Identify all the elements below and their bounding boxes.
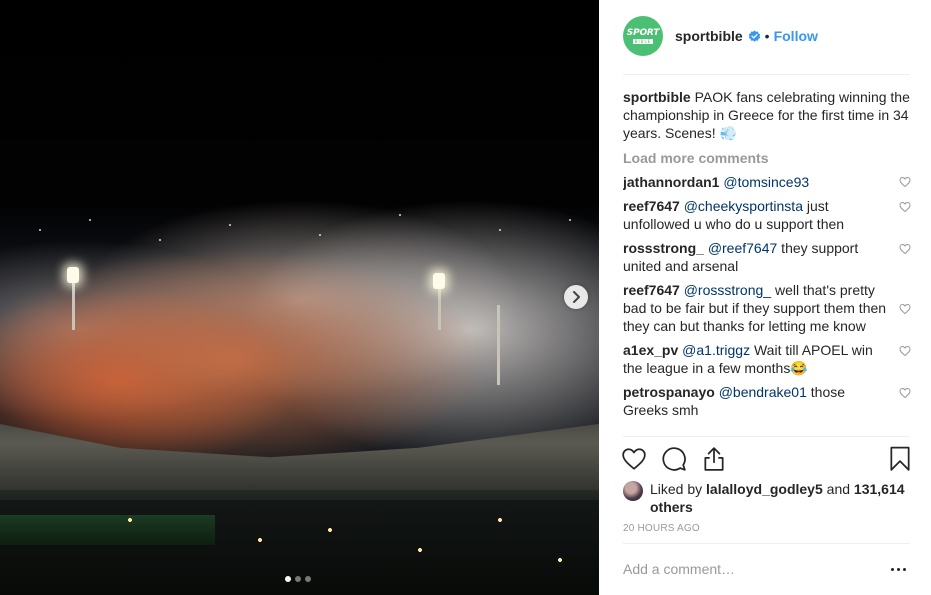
comment-mention[interactable]: @bendrake01 (719, 384, 807, 400)
floodlight-pole (497, 305, 500, 385)
carousel-next-button[interactable] (564, 285, 588, 309)
comment-username[interactable]: petrospanayo (623, 384, 715, 400)
comment-mention[interactable]: @a1.triggz (682, 342, 750, 358)
floodlight (67, 267, 79, 283)
likes-summary: Liked by lalalloyd_godley5 and 131,614 o… (623, 480, 913, 516)
like-comment-heart-icon[interactable] (899, 345, 911, 357)
stadium-stand (0, 424, 599, 500)
like-comment-heart-icon[interactable] (899, 176, 911, 188)
comment-mention[interactable]: @cheekysportinsta (684, 198, 803, 214)
more-dot (903, 567, 906, 571)
like-heart-icon[interactable] (621, 446, 647, 472)
comment-bubble-icon[interactable] (661, 446, 687, 472)
comment-mention[interactable]: @rossstrong_ (684, 282, 771, 298)
comment-username[interactable]: reef7647 (623, 282, 680, 298)
post-caption: sportbible PAOK fans celebrating winning… (623, 88, 913, 142)
comment-mention[interactable]: @reef7647 (708, 240, 777, 256)
like-comment-heart-icon[interactable] (899, 387, 911, 399)
carousel-dot (295, 576, 301, 582)
avatar-logo-subtext: BIBLE (632, 39, 654, 44)
comment-box-divider (623, 543, 910, 544)
city-lights (0, 200, 599, 280)
caption-username[interactable]: sportbible (623, 89, 691, 105)
share-upload-icon[interactable] (701, 446, 727, 472)
post-image[interactable] (0, 0, 599, 595)
save-bookmark-icon[interactable] (887, 446, 913, 472)
more-options-icon[interactable] (891, 566, 909, 572)
add-comment-input[interactable]: Add a comment… (623, 561, 735, 577)
comment-username[interactable]: rossstrong_ (623, 240, 704, 256)
load-more-comments-button[interactable]: Load more comments (623, 149, 913, 167)
comment-item: reef7647 @rossstrong_ well that's pretty… (623, 281, 913, 335)
liker-avatar[interactable] (623, 481, 643, 501)
more-dot (897, 567, 900, 571)
post-actions (621, 446, 913, 474)
floodlight-pole (438, 285, 441, 330)
comment-item: petrospanayo @bendrake01 those Greeks sm… (623, 383, 913, 419)
comment-username[interactable]: reef7647 (623, 198, 680, 214)
floodlight-pole (72, 280, 75, 330)
comment-username[interactable]: a1ex_pv (623, 342, 678, 358)
likes-prefix: Liked by (650, 481, 707, 497)
like-comment-heart-icon[interactable] (899, 243, 911, 255)
post-side-panel: SPORT BIBLE sportbible • Follow sportbib… (599, 0, 931, 595)
comment-item: reef7647 @cheekysportinsta just unfollow… (623, 197, 913, 233)
follow-button[interactable]: Follow (774, 28, 818, 44)
header-separator: • (764, 28, 770, 44)
header-divider (623, 74, 910, 75)
more-dot (891, 567, 894, 571)
carousel-indicator (285, 576, 311, 582)
actions-divider (623, 436, 910, 437)
liker-username[interactable]: lalalloyd_godley5 (706, 481, 823, 497)
like-comment-heart-icon[interactable] (899, 201, 911, 213)
comment-item: jathannordan1 @tomsince93 (623, 173, 913, 191)
post-timestamp[interactable]: 20 HOURS AGO (623, 523, 700, 534)
comment-username[interactable]: jathannordan1 (623, 174, 719, 190)
avatar[interactable]: SPORT BIBLE (623, 16, 663, 56)
likes-text: Liked by lalalloyd_godley5 and 131,614 o… (650, 480, 913, 516)
comment-item: a1ex_pv @a1.triggz Wait till APOEL win t… (623, 341, 913, 377)
carousel-dot (305, 576, 311, 582)
like-comment-heart-icon[interactable] (899, 303, 911, 315)
comment-mention[interactable]: @tomsince93 (723, 174, 809, 190)
verified-badge-icon (748, 29, 760, 42)
avatar-logo-text: SPORT (626, 28, 660, 38)
chevron-right-icon (573, 291, 580, 303)
carousel-dot (285, 576, 291, 582)
comment-item: rossstrong_ @reef7647 they support unite… (623, 239, 913, 275)
header-username[interactable]: sportbible (675, 28, 743, 44)
floodlight (433, 273, 445, 289)
comments-section[interactable]: sportbible PAOK fans celebrating winning… (623, 88, 913, 434)
likes-middle: and (822, 481, 854, 497)
post-header: SPORT BIBLE sportbible • Follow (623, 14, 818, 58)
